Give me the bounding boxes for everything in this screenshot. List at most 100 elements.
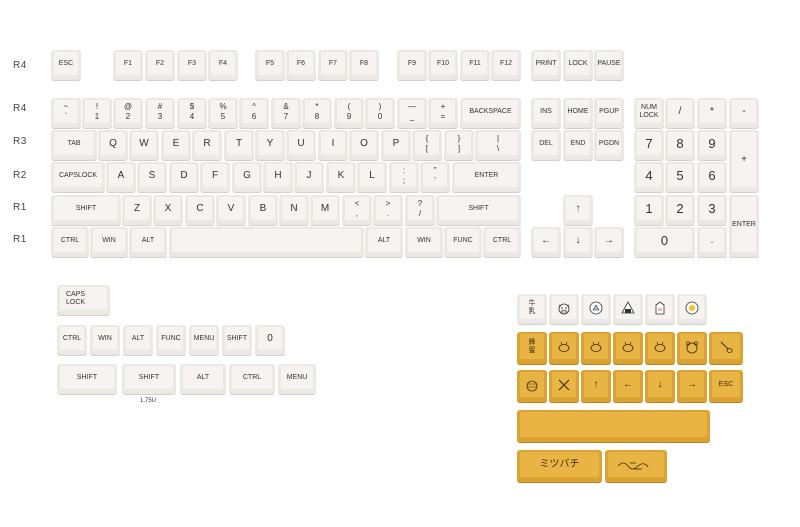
key-extra-func[interactable]: FUNC xyxy=(156,325,186,355)
key-alt-right[interactable]: ALT xyxy=(365,227,403,257)
novelty-arrow-left-key[interactable]: ← xyxy=(613,370,643,402)
key-6[interactable]: ^ 6 xyxy=(239,98,269,128)
key-backspace[interactable]: BACKSPACE xyxy=(460,98,521,128)
key-home[interactable]: HOME xyxy=(563,98,593,128)
key-arrow-left[interactable]: ← xyxy=(531,227,561,257)
key-pgdn[interactable]: PGDN xyxy=(594,130,624,160)
key-f9[interactable]: F9 xyxy=(397,50,427,80)
novelty-esc-key[interactable]: ESC xyxy=(709,370,743,402)
key-capslock[interactable]: CAPSLOCK xyxy=(51,162,105,192)
key-p[interactable]: P xyxy=(381,130,411,160)
novelty-bee-key-1[interactable] xyxy=(549,332,579,364)
key-extra-menu[interactable]: MENU xyxy=(189,325,219,355)
key-num-9[interactable]: 9 xyxy=(697,130,727,160)
key-pgup[interactable]: PGUP xyxy=(594,98,624,128)
key-l[interactable]: L xyxy=(357,162,387,192)
key-extra-menu-wide[interactable]: MENU xyxy=(278,364,316,394)
key-u[interactable]: U xyxy=(286,130,316,160)
key-t[interactable]: T xyxy=(224,130,254,160)
novelty-spacebar-wide[interactable] xyxy=(517,410,710,442)
key-f5[interactable]: F5 xyxy=(255,50,285,80)
key-num-1[interactable]: 1 xyxy=(634,195,664,225)
key-n[interactable]: N xyxy=(279,195,309,225)
key-period[interactable]: > . xyxy=(373,195,403,225)
novelty-bear-key[interactable] xyxy=(677,332,707,364)
novelty-bee-key-2[interactable] xyxy=(581,332,611,364)
key-slash[interactable]: ? / xyxy=(405,195,435,225)
key-num-6[interactable]: 6 xyxy=(697,162,727,192)
key-backslash[interactable]: | \ xyxy=(475,130,521,160)
key-f2[interactable]: F2 xyxy=(145,50,175,80)
key-x[interactable]: X xyxy=(153,195,183,225)
key-q[interactable]: Q xyxy=(98,130,128,160)
key-extra-ctrl-wide[interactable]: CTRL xyxy=(229,364,275,394)
key-num-5[interactable]: 5 xyxy=(665,162,695,192)
key-f10[interactable]: F10 xyxy=(428,50,458,80)
novelty-cross-key[interactable] xyxy=(549,370,579,402)
novelty-spacebar-mitsubachi[interactable]: ミツバチ xyxy=(517,450,602,482)
key-shift-right[interactable]: SHIFT xyxy=(436,195,521,225)
novelty-milk-carton-key[interactable] xyxy=(645,294,675,324)
key-v[interactable]: V xyxy=(216,195,246,225)
key-spacebar[interactable] xyxy=(169,227,364,257)
key-tab[interactable]: TAB xyxy=(51,130,97,160)
novelty-dipper-key[interactable] xyxy=(709,332,743,364)
novelty-hive-key[interactable] xyxy=(517,370,547,402)
key-bracket-right[interactable]: } ] xyxy=(444,130,474,160)
key-i[interactable]: I xyxy=(318,130,348,160)
key-esc[interactable]: ESC xyxy=(51,50,81,80)
key-1[interactable]: ! 1 xyxy=(82,98,112,128)
key-extra-shift-wide-2[interactable]: SHIFT xyxy=(122,364,176,394)
key-e[interactable]: E xyxy=(161,130,191,160)
key-shift-left[interactable]: SHIFT xyxy=(51,195,121,225)
key-7[interactable]: & 7 xyxy=(271,98,301,128)
novelty-milk-kanji-key[interactable]: 牛 乳 xyxy=(517,294,547,324)
key-num-3[interactable]: 3 xyxy=(697,195,727,225)
key-r[interactable]: R xyxy=(192,130,222,160)
novelty-arrow-down-key[interactable]: ↓ xyxy=(645,370,675,402)
key-enter[interactable]: ENTER xyxy=(452,162,521,192)
key-0[interactable]: ) 0 xyxy=(365,98,395,128)
key-comma[interactable]: < , xyxy=(342,195,372,225)
key-bracket-left[interactable]: { [ xyxy=(412,130,442,160)
key-f11[interactable]: F11 xyxy=(460,50,490,80)
key-f12[interactable]: F12 xyxy=(491,50,521,80)
key-num-8[interactable]: 8 xyxy=(665,130,695,160)
key-g[interactable]: G xyxy=(232,162,262,192)
key-5[interactable]: % 5 xyxy=(208,98,238,128)
key-func[interactable]: FUNC xyxy=(444,227,482,257)
key-num-enter[interactable]: ENTER xyxy=(729,195,759,257)
key-extra-ctrl[interactable]: CTRL xyxy=(57,325,87,355)
key-f1[interactable]: F1 xyxy=(113,50,143,80)
key-extra-alt-wide[interactable]: ALT xyxy=(180,364,226,394)
key-w[interactable]: W xyxy=(129,130,159,160)
key-extra-shift-wide-1[interactable]: SHIFT xyxy=(57,364,117,394)
key-lock[interactable]: LOCK xyxy=(563,50,593,80)
key-num-dot[interactable]: . xyxy=(697,227,727,257)
key-num-plus[interactable]: + xyxy=(729,130,759,192)
key-3[interactable]: # 3 xyxy=(145,98,175,128)
key-num-7[interactable]: 7 xyxy=(634,130,664,160)
novelty-milk-bottle-key[interactable] xyxy=(581,294,611,324)
key-9[interactable]: ( 9 xyxy=(334,98,364,128)
novelty-bee-key-3[interactable] xyxy=(613,332,643,364)
novelty-spacebar-signature[interactable] xyxy=(605,450,667,482)
key-pause[interactable]: PAUSE xyxy=(594,50,624,80)
key-minus[interactable]: — _ xyxy=(397,98,427,128)
key-arrow-right[interactable]: → xyxy=(594,227,624,257)
key-s[interactable]: S xyxy=(137,162,167,192)
key-m[interactable]: M xyxy=(310,195,340,225)
novelty-onigiri-key[interactable] xyxy=(613,294,643,324)
key-a[interactable]: A xyxy=(106,162,136,192)
novelty-bee-key-4[interactable] xyxy=(645,332,675,364)
key-f4[interactable]: F4 xyxy=(208,50,238,80)
key-end[interactable]: END xyxy=(563,130,593,160)
key-num-0[interactable]: 0 xyxy=(634,227,695,257)
key-quote[interactable]: " ' xyxy=(420,162,450,192)
key-num-4[interactable]: 4 xyxy=(634,162,664,192)
key-print[interactable]: PRINT xyxy=(531,50,561,80)
key-extra-shift[interactable]: SHIFT xyxy=(222,325,252,355)
novelty-cow-key[interactable] xyxy=(549,294,579,324)
key-y[interactable]: Y xyxy=(255,130,285,160)
key-c[interactable]: C xyxy=(185,195,215,225)
